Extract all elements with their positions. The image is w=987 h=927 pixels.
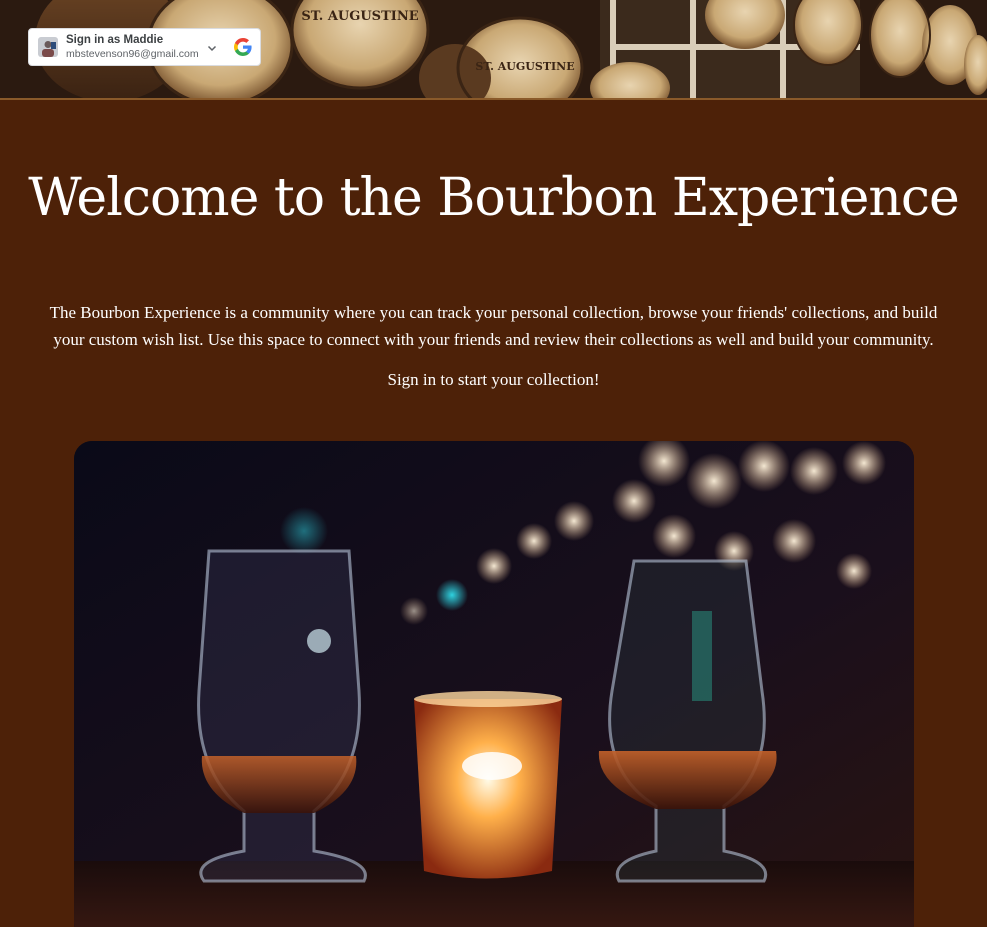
landing-page: ST. AUGUSTINE ST. AUGUSTINE Sign in as M… (0, 0, 987, 927)
page-title: Welcome to the Bourbon Experience (28, 168, 960, 228)
google-signin-button[interactable]: Sign in as Maddie mbstevenson96@gmail.co… (28, 28, 261, 66)
user-avatar-icon (38, 37, 58, 57)
intro-paragraph: The Bourbon Experience is a community wh… (49, 303, 938, 349)
signin-name: Sign in as Maddie (66, 34, 164, 47)
signin-prompt: Sign in to start your collection! (387, 370, 600, 389)
chevron-down-icon[interactable] (206, 41, 218, 53)
barrel-label: ST. AUGUSTINE (475, 60, 574, 73)
signin-email: mbstevenson96@gmail.com (66, 47, 199, 60)
signin-text: Sign in as Maddie mbstevenson96@gmail.co… (66, 34, 199, 59)
google-logo-icon (234, 38, 252, 56)
bourbon-glasses-photo (74, 441, 914, 927)
barrel-label: ST. AUGUSTINE (301, 9, 418, 24)
